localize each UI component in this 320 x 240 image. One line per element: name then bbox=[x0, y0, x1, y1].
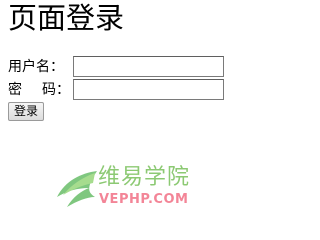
password-label-first: 密 bbox=[8, 82, 42, 98]
username-input[interactable] bbox=[73, 56, 224, 77]
password-input[interactable] bbox=[73, 79, 224, 100]
login-button[interactable]: 登录 bbox=[8, 102, 45, 121]
page-title: 页面登录 bbox=[8, 1, 125, 35]
password-label: 密码： bbox=[8, 82, 72, 98]
watermark-name-cn: 维易学院 bbox=[98, 165, 191, 190]
leaf-logo-icon bbox=[57, 171, 97, 207]
watermark: 维易学院 VEPHP.COM bbox=[55, 165, 235, 215]
password-row: 密码： bbox=[8, 79, 224, 101]
username-row: 用户名： bbox=[8, 56, 224, 78]
watermark-name-en: VEPHP.COM bbox=[99, 192, 189, 207]
username-label: 用户名： bbox=[8, 59, 64, 75]
password-label-last: 码： bbox=[42, 82, 70, 98]
